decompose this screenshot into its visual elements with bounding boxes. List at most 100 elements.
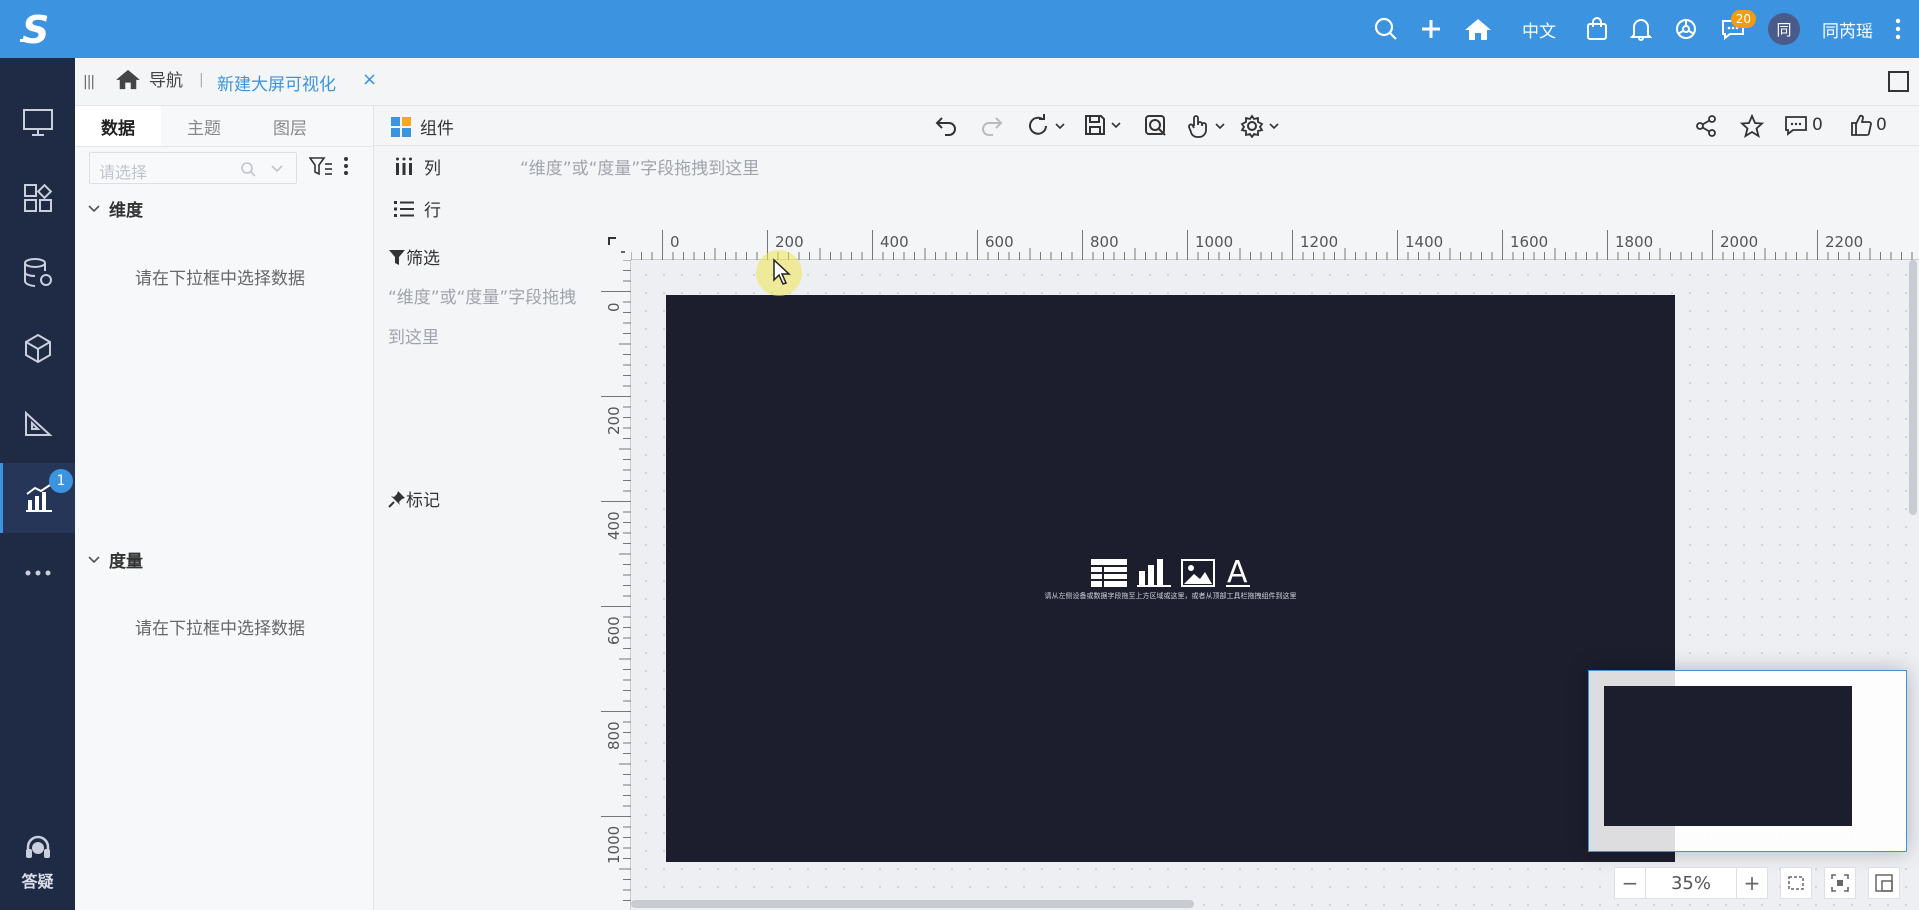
- language-switch[interactable]: 中文: [1522, 0, 1556, 58]
- chevron-down-icon: [1269, 123, 1279, 130]
- chevron-down-icon: [1111, 122, 1121, 129]
- pin-icon: [388, 490, 405, 508]
- filter-drop-hint[interactable]: “维度”或“度量”字段拖拽到这里: [388, 278, 588, 358]
- h-ruler-label: 200: [775, 233, 804, 251]
- header-more-button[interactable]: [1895, 0, 1901, 58]
- grip-icon[interactable]: |||: [83, 74, 95, 90]
- sidebar-item-dashboard[interactable]: [0, 88, 75, 158]
- redo-button[interactable]: [980, 114, 1004, 136]
- tab-close-button[interactable]: ×: [362, 69, 377, 90]
- zoom-controls: − 35% +: [1614, 864, 1900, 902]
- tab-data[interactable]: 数据: [75, 106, 161, 146]
- sidebar-item-model[interactable]: [0, 313, 75, 383]
- h-ruler-label: 2000: [1720, 233, 1759, 251]
- minimap[interactable]: [1588, 670, 1907, 852]
- notifications-button[interactable]: [1630, 0, 1652, 58]
- components-button[interactable]: 组件: [390, 114, 454, 139]
- cursor-highlight: [756, 250, 802, 296]
- tab-navigation[interactable]: 导航: [115, 66, 183, 91]
- thumbs-up-icon: [1851, 114, 1872, 136]
- filter-funnel-icon: [389, 249, 405, 265]
- zoom-in-button[interactable]: +: [1736, 867, 1768, 899]
- tab-bar: ||| 导航 | 新建大屏可视化 ×: [75, 58, 1919, 106]
- vertical-scrollbar[interactable]: [1909, 260, 1917, 515]
- interaction-button[interactable]: [1186, 114, 1226, 138]
- sidebar-item-more[interactable]: [0, 538, 75, 608]
- bell-icon: [1630, 19, 1652, 41]
- home-button[interactable]: [1464, 0, 1492, 58]
- more-dots-icon: [25, 570, 50, 576]
- horizontal-scrollbar[interactable]: [631, 900, 1194, 908]
- hand-pointer-icon: [1188, 115, 1207, 138]
- tab-theme[interactable]: 主题: [161, 106, 247, 146]
- sidebar-item-data-source[interactable]: [0, 238, 75, 308]
- h-ruler-label: 600: [985, 233, 1014, 251]
- search-button[interactable]: [1374, 0, 1398, 58]
- h-ruler-label: 400: [880, 233, 909, 251]
- shop-button[interactable]: [1586, 0, 1608, 58]
- screen-canvas[interactable]: A 请从左侧设备或数据字段拖至上方区域或这里，或者从顶部工具栏拖拽组件到这里: [666, 295, 1675, 862]
- data-panel: 数据 主题 图层 请选择 维度 请在下拉框中选择数据 度量 请在下拉框中选择数据: [75, 106, 374, 910]
- sidebar-item-apps[interactable]: [0, 163, 75, 233]
- v-ruler-label: 600: [605, 616, 623, 645]
- ruler-corner[interactable]: [601, 230, 631, 260]
- cube-icon: [24, 333, 51, 364]
- zoom-out-button[interactable]: −: [1614, 867, 1646, 899]
- measure-section-header[interactable]: 度量: [87, 547, 143, 572]
- undo-button[interactable]: [934, 114, 958, 136]
- horizontal-ruler: 0 200 400 600 800 1000 1200 1400 1600 1800 2000 220…: [601, 230, 1919, 260]
- layout-toggle-button[interactable]: [1868, 867, 1900, 899]
- comments-button[interactable]: 0: [1784, 114, 1823, 136]
- user-name[interactable]: 同芮瑶: [1822, 0, 1873, 58]
- share-button[interactable]: [1694, 114, 1718, 138]
- mouse-pointer-icon: [773, 258, 791, 285]
- h-ruler-label: 1600: [1510, 233, 1549, 251]
- marks-section[interactable]: 标记: [388, 486, 440, 511]
- gear-icon: [1240, 114, 1264, 138]
- columns-shelf[interactable]: 列: [394, 154, 441, 179]
- dashed-frame-icon: [1788, 876, 1804, 890]
- user-avatar[interactable]: 同: [1768, 0, 1800, 58]
- layout-icon: [1875, 874, 1893, 892]
- sidebar-item-visualization[interactable]: 1: [0, 463, 75, 533]
- preview-button[interactable]: [1144, 114, 1168, 138]
- settings-button[interactable]: [1240, 114, 1280, 138]
- dimension-section-header[interactable]: 维度: [87, 196, 143, 221]
- messages-button[interactable]: 20: [1720, 0, 1756, 58]
- tab-layers[interactable]: 图层: [247, 106, 333, 146]
- maximize-button[interactable]: [1888, 71, 1909, 92]
- panel-more-button[interactable]: [343, 156, 349, 176]
- favorite-button[interactable]: [1740, 114, 1764, 138]
- rows-shelf[interactable]: 行: [394, 196, 441, 221]
- search-icon: [1374, 17, 1397, 40]
- sidebar-item-analysis[interactable]: [0, 388, 75, 458]
- comment-count: 0: [1812, 115, 1823, 135]
- chevron-down-icon: [88, 204, 100, 212]
- tab-navigation-label: 导航: [149, 71, 183, 91]
- fit-screen-button[interactable]: [1780, 867, 1812, 899]
- screen-hint: 请从左侧设备或数据字段拖至上方区域或这里，或者从顶部工具栏拖拽组件到这里: [1044, 592, 1297, 600]
- editor-toolbar: 组件 0 0: [374, 106, 1919, 146]
- save-button[interactable]: [1084, 114, 1122, 136]
- shelf-panel: 组件 0 0 列 “维度”或“度量”字段拖拽到这里 行: [374, 106, 1919, 230]
- dataset-select-placeholder: 请选择: [99, 163, 148, 182]
- headset-icon: [25, 835, 50, 858]
- columns-drop-hint[interactable]: “维度”或“度量”字段拖拽到这里: [520, 154, 759, 179]
- tab-new-screen[interactable]: 新建大屏可视化: [217, 70, 336, 95]
- chevron-down-icon: [271, 165, 283, 173]
- app-logo[interactable]: S: [0, 0, 75, 58]
- marks-title: 标记: [406, 491, 440, 511]
- plugin-button[interactable]: [1674, 0, 1698, 58]
- refresh-button[interactable]: [1026, 114, 1066, 138]
- center-button[interactable]: [1824, 867, 1856, 899]
- filter-section[interactable]: 筛选: [388, 244, 440, 269]
- field-filter-button[interactable]: [309, 156, 333, 178]
- like-button[interactable]: 0: [1850, 114, 1887, 136]
- columns-icon: [396, 157, 412, 175]
- home-icon: [116, 69, 140, 89]
- add-button[interactable]: [1420, 0, 1442, 58]
- top-header: 中文 20 同 同芮瑶: [75, 0, 1919, 58]
- help-button[interactable]: 答疑: [0, 825, 75, 900]
- dataset-select[interactable]: 请选择: [89, 152, 297, 184]
- zoom-level[interactable]: 35%: [1646, 867, 1736, 899]
